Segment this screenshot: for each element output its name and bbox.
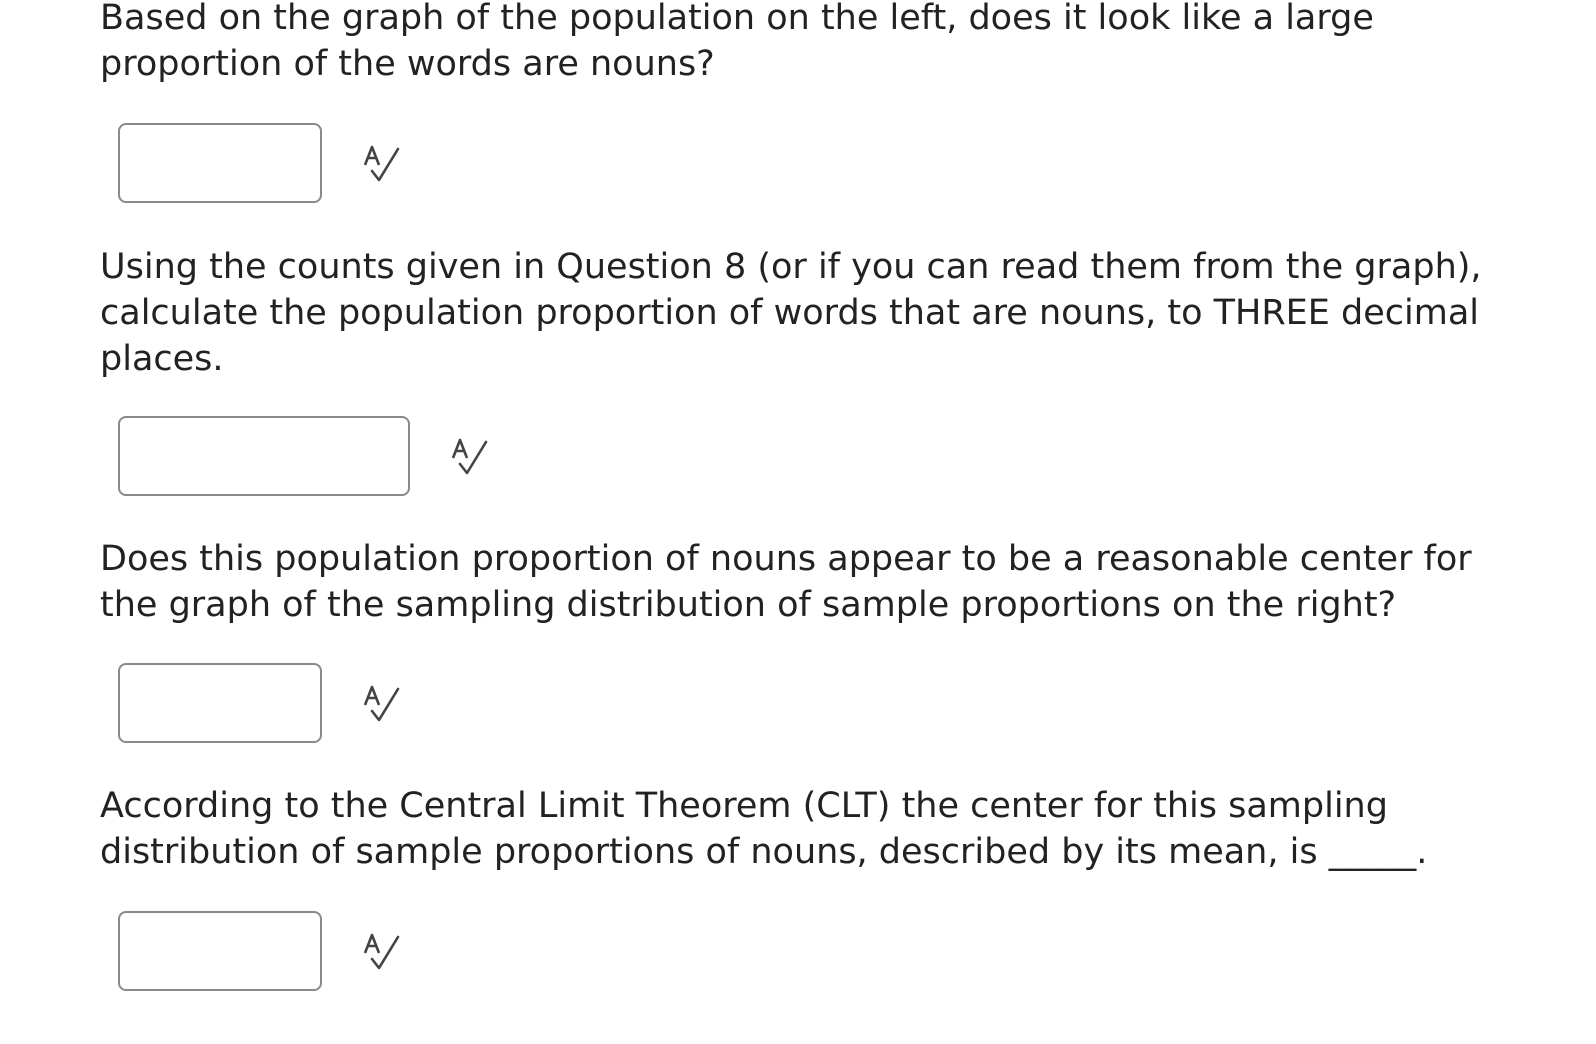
question-2-answer-input[interactable] xyxy=(118,416,410,496)
spellcheck-icon[interactable] xyxy=(362,683,402,723)
question-2-text: Using the counts given in Question 8 (or… xyxy=(100,247,1482,379)
question-1-text: Based on the graph of the population on … xyxy=(100,0,1374,84)
spellcheck-icon[interactable] xyxy=(362,931,402,971)
question-4-answer-input[interactable] xyxy=(118,911,322,991)
question-3-answer-input[interactable] xyxy=(118,663,322,743)
spellcheck-icon[interactable] xyxy=(450,436,490,476)
question-3-text: Does this population proportion of nouns… xyxy=(100,539,1472,625)
question-4-text: According to the Central Limit Theorem (… xyxy=(100,786,1428,872)
question-1-answer-input[interactable] xyxy=(118,123,322,203)
spellcheck-icon[interactable] xyxy=(362,143,402,183)
